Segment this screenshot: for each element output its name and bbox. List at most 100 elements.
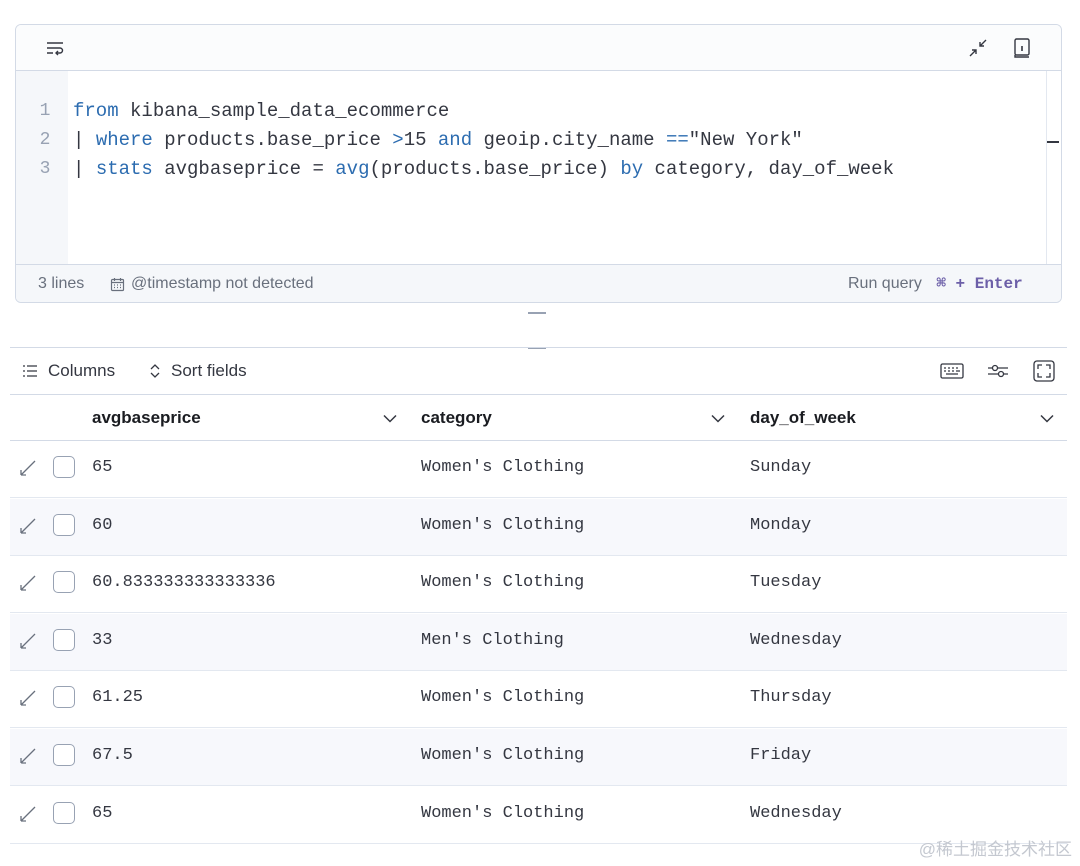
cell-avgbaseprice: 61.25 bbox=[92, 688, 144, 707]
expand-row-icon[interactable] bbox=[18, 631, 38, 651]
table-row: 60 Women's Clothing Monday bbox=[10, 499, 1067, 556]
cell-day-of-week: Wednesday bbox=[750, 631, 842, 650]
column-header-day-of-week[interactable]: day_of_week bbox=[750, 395, 856, 441]
editor-scrollbar[interactable] bbox=[1046, 71, 1047, 264]
fullscreen-icon[interactable] bbox=[1031, 359, 1057, 383]
sort-fields-button[interactable]: Sort fields bbox=[149, 348, 247, 394]
row-checkbox[interactable] bbox=[53, 686, 75, 708]
expand-row-icon[interactable] bbox=[18, 458, 38, 478]
editor-resize-handle[interactable] bbox=[528, 312, 546, 314]
cell-avgbaseprice: 67.5 bbox=[92, 746, 133, 765]
editor-footer: 3 lines @timestamp not detected Run quer… bbox=[16, 264, 1061, 302]
cell-category: Women's Clothing bbox=[421, 573, 585, 592]
code-text: (products.base_price) bbox=[369, 158, 621, 180]
cell-avgbaseprice: 65 bbox=[92, 804, 113, 823]
timestamp-status-text: @timestamp not detected bbox=[131, 275, 314, 292]
code-keyword: and bbox=[437, 129, 473, 151]
code-text: | bbox=[73, 129, 96, 151]
expand-row-icon[interactable] bbox=[18, 688, 38, 708]
run-query-label: Run query bbox=[848, 275, 922, 292]
list-icon bbox=[22, 364, 38, 378]
row-checkbox[interactable] bbox=[53, 744, 75, 766]
editor-toolbar bbox=[16, 25, 1061, 71]
columns-label: Columns bbox=[48, 361, 116, 380]
cell-day-of-week: Thursday bbox=[750, 688, 832, 707]
cell-category: Men's Clothing bbox=[421, 631, 564, 650]
cell-category: Women's Clothing bbox=[421, 688, 585, 707]
line-number: 3 bbox=[39, 159, 51, 179]
code-keyword: == bbox=[665, 129, 689, 151]
code-area[interactable]: 1 from kibana_sample_data_ecommerce 2 | whe… bbox=[16, 71, 1061, 264]
code-keyword: where bbox=[95, 129, 153, 151]
sort-icon bbox=[149, 363, 161, 379]
query-editor: 1 from kibana_sample_data_ecommerce 2 | whe… bbox=[15, 24, 1062, 303]
run-query-shortcut: ⌘ + Enter bbox=[936, 275, 1023, 293]
display-settings-icon[interactable] bbox=[985, 359, 1011, 383]
calendar-icon bbox=[110, 277, 125, 292]
keyboard-icon[interactable] bbox=[939, 359, 965, 383]
cell-category: Women's Clothing bbox=[421, 516, 585, 535]
minimize-icon[interactable] bbox=[966, 36, 990, 60]
line-number: 2 bbox=[39, 130, 51, 150]
code-keyword: by bbox=[620, 158, 644, 180]
code-text: | bbox=[73, 158, 96, 180]
cell-avgbaseprice: 33 bbox=[92, 631, 113, 650]
columns-button[interactable]: Columns bbox=[22, 348, 115, 394]
editor-scroll-marker bbox=[1047, 141, 1059, 143]
cell-day-of-week: Wednesday bbox=[750, 804, 842, 823]
table-header: avgbaseprice category day_of_week bbox=[10, 395, 1067, 441]
expand-row-icon[interactable] bbox=[18, 573, 38, 593]
cell-avgbaseprice: 60.833333333333336 bbox=[92, 573, 276, 592]
table-row: 65 Women's Clothing Wednesday bbox=[10, 787, 1067, 844]
cell-avgbaseprice: 65 bbox=[92, 458, 113, 477]
grid-toolbar: Columns Sort fields bbox=[10, 347, 1067, 395]
expand-row-icon[interactable] bbox=[18, 804, 38, 824]
row-checkbox[interactable] bbox=[53, 571, 75, 593]
code-text: 15 bbox=[403, 129, 438, 151]
timestamp-status: @timestamp not detected bbox=[110, 265, 314, 302]
row-checkbox[interactable] bbox=[53, 629, 75, 651]
sort-fields-label: Sort fields bbox=[171, 361, 247, 380]
row-checkbox[interactable] bbox=[53, 802, 75, 824]
code-keyword: from bbox=[73, 100, 119, 122]
cell-category: Women's Clothing bbox=[421, 746, 585, 765]
chevron-down-icon[interactable] bbox=[382, 410, 398, 426]
cell-category: Women's Clothing bbox=[421, 804, 585, 823]
watermark: @稀土掘金技术社区 bbox=[918, 840, 1072, 859]
cell-day-of-week: Monday bbox=[750, 516, 812, 535]
line-number: 1 bbox=[39, 101, 51, 121]
cell-day-of-week: Sunday bbox=[750, 458, 812, 477]
word-wrap-icon[interactable] bbox=[43, 36, 67, 60]
table-row: 67.5 Women's Clothing Friday bbox=[10, 729, 1067, 786]
code-line: | where products.base_price >15 and geoi… bbox=[73, 126, 803, 155]
documentation-icon[interactable] bbox=[1010, 36, 1034, 60]
code-keyword: stats bbox=[95, 158, 153, 180]
code-text: kibana_sample_data_ecommerce bbox=[118, 100, 450, 122]
cell-avgbaseprice: 60 bbox=[92, 516, 113, 535]
code-text: products.base_price bbox=[152, 129, 393, 151]
expand-row-icon[interactable] bbox=[18, 746, 38, 766]
code-line: from kibana_sample_data_ecommerce bbox=[73, 97, 449, 126]
cell-day-of-week: Tuesday bbox=[750, 573, 822, 592]
code-line: | stats avgbaseprice = avg(products.base… bbox=[73, 155, 894, 184]
row-checkbox[interactable] bbox=[53, 456, 75, 478]
expand-row-icon[interactable] bbox=[18, 516, 38, 536]
run-query-button[interactable]: Run query ⌘ + Enter bbox=[848, 265, 1023, 302]
chevron-down-icon[interactable] bbox=[1039, 410, 1055, 426]
code-text: category, day_of_week bbox=[643, 158, 894, 180]
code-keyword: > bbox=[392, 129, 404, 151]
cell-day-of-week: Friday bbox=[750, 746, 812, 765]
cell-category: Women's Clothing bbox=[421, 458, 585, 477]
column-header-avgbaseprice[interactable]: avgbaseprice bbox=[92, 395, 201, 441]
table-row: 60.833333333333336 Women's Clothing Tuesda… bbox=[10, 556, 1067, 613]
code-keyword: avg bbox=[335, 158, 370, 180]
line-count: 3 lines bbox=[38, 275, 85, 292]
code-text: "New York" bbox=[688, 129, 803, 151]
chevron-down-icon[interactable] bbox=[710, 410, 726, 426]
table-row: 65 Women's Clothing Sunday bbox=[10, 441, 1067, 498]
table-row: 33 Men's Clothing Wednesday bbox=[10, 614, 1067, 671]
row-checkbox[interactable] bbox=[53, 514, 75, 536]
code-text: avgbaseprice = bbox=[152, 158, 336, 180]
table-row: 61.25 Women's Clothing Thursday bbox=[10, 671, 1067, 728]
column-header-category[interactable]: category bbox=[421, 395, 492, 441]
